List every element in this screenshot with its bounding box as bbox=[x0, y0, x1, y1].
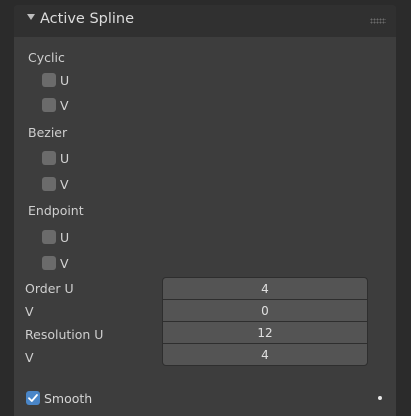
endpoint-u-checkbox[interactable]: U bbox=[42, 228, 69, 246]
active-spline-panel: Active Spline Cyclic U V Bezier U V Endp… bbox=[14, 5, 396, 416]
cyclic-label: Cyclic bbox=[28, 50, 65, 65]
checkbox-icon[interactable] bbox=[42, 256, 56, 270]
spline-number-fields: 4 0 12 4 bbox=[162, 277, 368, 366]
order-u-label: Order U bbox=[25, 281, 74, 296]
order-v-label: V bbox=[25, 304, 34, 319]
checkbox-icon[interactable] bbox=[42, 177, 56, 191]
endpoint-label: Endpoint bbox=[28, 203, 84, 218]
smooth-checkbox[interactable]: Smooth bbox=[26, 389, 92, 407]
checkbox-icon[interactable] bbox=[42, 98, 56, 112]
order-v-field[interactable]: 0 bbox=[162, 299, 368, 321]
checkbox-icon[interactable] bbox=[42, 73, 56, 87]
bezier-u-label: U bbox=[60, 150, 70, 166]
resolution-u-field[interactable]: 12 bbox=[162, 321, 368, 343]
cyclic-v-label: V bbox=[60, 97, 69, 113]
cyclic-v-checkbox[interactable]: V bbox=[42, 96, 69, 114]
resolution-v-label: V bbox=[25, 350, 34, 365]
endpoint-v-checkbox[interactable]: V bbox=[42, 254, 69, 272]
bezier-label: Bezier bbox=[28, 125, 68, 140]
drag-handle-icon[interactable] bbox=[370, 18, 386, 24]
resolution-u-label: Resolution U bbox=[25, 327, 104, 342]
resolution-v-field[interactable]: 4 bbox=[162, 343, 368, 366]
panel-header[interactable]: Active Spline bbox=[14, 5, 396, 37]
properties-editor: Active Spline Cyclic U V Bezier U V Endp… bbox=[0, 0, 411, 416]
animate-property-dot-icon[interactable] bbox=[378, 396, 382, 400]
checkbox-icon[interactable] bbox=[42, 151, 56, 165]
checkbox-icon[interactable] bbox=[42, 230, 56, 244]
collapse-triangle-icon[interactable] bbox=[27, 14, 35, 20]
checkmark-icon[interactable] bbox=[26, 391, 40, 405]
cyclic-u-checkbox[interactable]: U bbox=[42, 71, 69, 89]
smooth-label: Smooth bbox=[44, 390, 93, 406]
panel-title: Active Spline bbox=[40, 11, 135, 27]
bezier-u-checkbox[interactable]: U bbox=[42, 149, 69, 167]
endpoint-v-label: V bbox=[60, 255, 69, 271]
order-u-field[interactable]: 4 bbox=[162, 277, 368, 299]
bezier-v-checkbox[interactable]: V bbox=[42, 175, 69, 193]
endpoint-u-label: U bbox=[60, 229, 70, 245]
cyclic-u-label: U bbox=[60, 72, 70, 88]
bezier-v-label: V bbox=[60, 176, 69, 192]
